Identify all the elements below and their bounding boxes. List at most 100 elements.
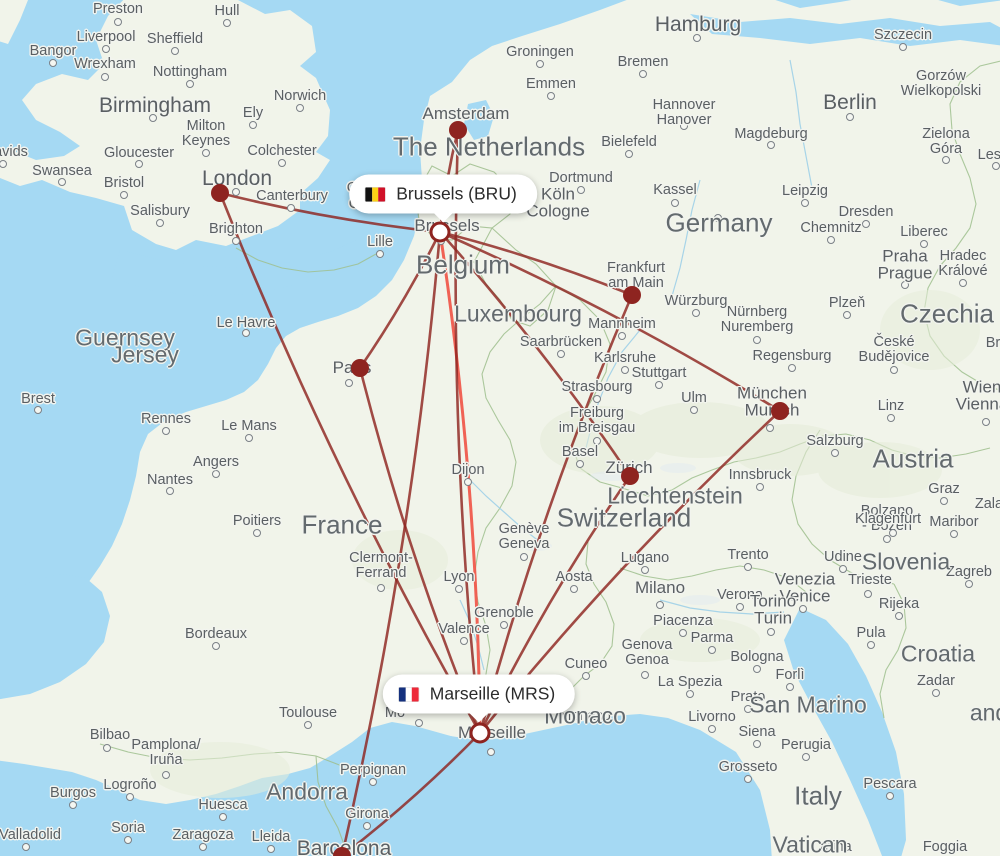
country-label: Slovenia [861, 548, 951, 575]
country-label: Switzerland [556, 502, 692, 533]
city-label: Angers [193, 454, 239, 470]
airport-marker-amsterdam[interactable] [449, 121, 467, 139]
city-dot [679, 629, 687, 637]
tooltip-marseille[interactable]: Marseille (MRS) [382, 674, 576, 723]
city-label: Verona [717, 587, 763, 603]
city-label: Venezia Venice [774, 569, 836, 606]
airport-marker-london[interactable] [211, 184, 229, 202]
city-dot [655, 381, 663, 389]
city-dot [686, 690, 694, 698]
country-label: Jersey [111, 341, 179, 368]
city-dot [166, 487, 174, 495]
city-dot [843, 311, 851, 319]
city-label: Brest [21, 391, 55, 407]
city-dot [692, 309, 700, 317]
city-label: Poitiers [232, 513, 282, 529]
city-dot [232, 237, 240, 245]
city-dot [839, 565, 847, 573]
city-dot [487, 748, 495, 756]
city-label: Genève Geneva [498, 521, 550, 552]
city-label: Brighton [208, 221, 264, 237]
city-label: Trento [727, 547, 769, 563]
city-label: Chemnitz [800, 220, 862, 236]
city-label: Pula [856, 625, 886, 641]
city-dot [890, 366, 898, 374]
airport-marker-munich[interactable] [771, 402, 789, 420]
city-dot [920, 240, 928, 248]
city-label: Bristol [103, 175, 145, 191]
city-label: Freiburg im Breisgau [558, 405, 636, 436]
city-dot [753, 336, 761, 344]
city-label: Emmen [526, 76, 576, 92]
city-label: Valence [438, 621, 490, 637]
city-dot [126, 793, 134, 801]
city-label: Colchester [247, 143, 317, 159]
city-dot [377, 584, 385, 592]
city-dot [149, 114, 157, 122]
city-label: Valladolid [0, 827, 61, 843]
city-label: Gloucester [103, 145, 175, 161]
country-label: San Marino [749, 691, 867, 718]
city-label: Kassel [653, 182, 697, 198]
country-label: Germany [665, 207, 773, 238]
city-dot [345, 379, 353, 387]
city-label: Liberec [900, 224, 948, 240]
country-label: Italy [794, 780, 842, 811]
city-label: Hull [214, 3, 240, 19]
city-dot [245, 434, 253, 442]
city-dot [895, 612, 903, 620]
tooltip-label: Brussels (BRU) [396, 183, 517, 204]
city-label: České Budějovice [858, 334, 930, 365]
country-label: Andorra [266, 778, 348, 805]
city-label: Bangor [29, 43, 77, 59]
city-dot [376, 250, 384, 258]
city-dot [708, 725, 716, 733]
city-dot [767, 141, 775, 149]
city-dot [744, 563, 752, 571]
city-label: Clermont- Ferrand [349, 550, 413, 581]
airport-marker-zurich[interactable] [621, 467, 639, 485]
airport-marker-brussels[interactable] [429, 221, 451, 243]
airport-marker-barcelona[interactable] [333, 847, 351, 856]
city-label: avids [0, 144, 28, 160]
airport-marker-frankfurt[interactable] [623, 286, 641, 304]
city-dot [199, 843, 207, 851]
city-dot [753, 740, 761, 748]
city-dot [864, 590, 872, 598]
city-dot [656, 601, 664, 609]
city-label: Perpignan [339, 762, 407, 778]
city-label: Lugano [620, 550, 670, 566]
city-dot [156, 219, 164, 227]
city-label: Grosseto [718, 759, 778, 775]
city-dot [135, 160, 143, 168]
tooltip-label: Marseille (MRS) [429, 683, 556, 704]
airport-marker-marseille[interactable] [469, 722, 491, 744]
flight-route-map[interactable]: Preston Hull Liverpool Sheffield Bangor Wrexh… [0, 0, 1000, 856]
city-label: Klagenfurt [854, 511, 922, 527]
city-label: Pescara [863, 776, 917, 792]
city-label: Bologna [730, 649, 784, 665]
city-label: Rijeka [878, 596, 920, 612]
city-label: Milano [634, 578, 686, 597]
city-dot [363, 822, 371, 830]
city-dot [593, 395, 601, 403]
city-dot [932, 86, 940, 94]
city-dot [124, 836, 132, 844]
city-label: Girona [345, 806, 389, 822]
country-label: and [969, 699, 1000, 726]
city-dot [232, 188, 240, 196]
airport-marker-paris[interactable] [351, 359, 369, 377]
tooltip-brussels[interactable]: Brussels (BRU) [349, 174, 537, 223]
city-dot [959, 279, 967, 287]
city-label: Parma [690, 630, 734, 646]
france-flag [398, 687, 419, 701]
city-dot [49, 59, 57, 67]
city-label: Dijon [451, 462, 485, 478]
city-label: Burgos [50, 785, 96, 801]
city-dot [708, 646, 716, 654]
country-label: Guernsey [75, 324, 175, 351]
city-dot [114, 18, 122, 26]
city-label: Zalae [974, 496, 1000, 512]
city-dot [287, 204, 295, 212]
city-label: Stuttgart [631, 365, 687, 381]
